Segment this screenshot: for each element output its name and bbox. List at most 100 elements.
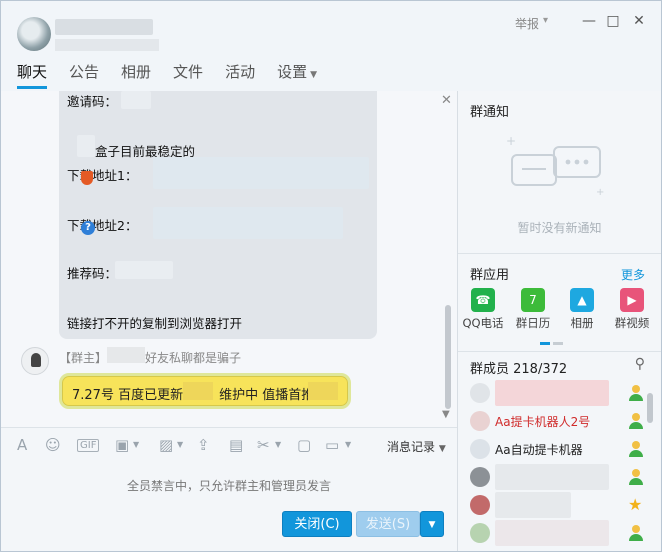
invite-code-label: 邀请码： (67, 94, 118, 109)
font-icon[interactable]: A (17, 436, 27, 454)
sender-role-tag: 【群主】 (59, 351, 108, 365)
sender-name-redacted (107, 347, 145, 363)
tab-files[interactable]: 文件 (173, 59, 203, 89)
chevron-down-icon[interactable]: ▼ (275, 440, 281, 449)
list-item[interactable] (458, 464, 658, 490)
list-item[interactable] (458, 380, 658, 406)
help-icon: ? (81, 221, 95, 235)
close-icon[interactable]: ✕ (441, 93, 452, 108)
chat-message-area[interactable]: 邀请码： 盒子目前最稳定的 下载地址1： 下载地址2： 推荐码： 链接打不开的复… (1, 91, 457, 427)
sender-name-tail: 好友私聊都是骗子 (145, 351, 242, 365)
chat-scrollbar[interactable] (445, 305, 451, 409)
apps-pager[interactable] (540, 334, 566, 348)
shake-icon[interactable]: ▢ (297, 436, 311, 454)
empty-notice-illustration: + + (506, 134, 604, 198)
avatar (470, 383, 490, 403)
chevron-down-icon[interactable]: ▼ (177, 440, 183, 449)
more-apps-link[interactable]: 更多 (621, 266, 645, 283)
app-calendar[interactable]: 7 群日历 (508, 288, 558, 331)
message-input-area[interactable]: 全员禁言中，只允许群主和管理员发言 关闭(C) 发送(S) ▼ (1, 461, 457, 551)
member-role-icon (628, 384, 644, 402)
send-options-button[interactable]: ▼ (420, 511, 444, 537)
member-name-redacted (495, 380, 609, 406)
download-2-link-redacted[interactable] (153, 207, 343, 239)
download-2-label: 下载地址2： (67, 218, 138, 233)
app-label: QQ电话 (462, 316, 504, 330)
list-item[interactable]: Aa提卡机器人2号 (458, 408, 658, 434)
mute-notice: 全员禁言中，只允许群主和管理员发言 (126, 479, 331, 493)
search-icon[interactable]: ⚲ (635, 356, 645, 372)
emoji-icon[interactable]: ☺ (45, 436, 61, 454)
member-role-icon (628, 412, 644, 430)
qq-group-chat-window: 举报 ▾ — □ ✕ 聊天 公告 相册 文件 活动 设置 ▼ 邀请码： 盒子目前最… (0, 0, 662, 552)
member-name-redacted (495, 492, 571, 518)
app-list: ☎ QQ电话 7 群日历 ▲ 相册 ▶ 群视频 (458, 288, 661, 338)
avatar (470, 467, 490, 487)
chevron-down-icon[interactable]: ▼ (345, 440, 351, 449)
download-1-link-redacted[interactable] (153, 157, 369, 189)
tab-announcement-label: 公告 (69, 63, 100, 81)
list-item[interactable] (458, 520, 658, 546)
gif-icon[interactable]: GIF (77, 439, 100, 452)
avatar (470, 411, 490, 431)
tab-album[interactable]: 相册 (121, 59, 151, 89)
tab-activity-label: 活动 (225, 63, 256, 81)
list-item[interactable]: ★ (458, 492, 658, 518)
message-bubble[interactable]: 邀请码： 盒子目前最稳定的 下载地址1： 下载地址2： 推荐码： 链接打不开的复… (59, 91, 377, 339)
app-label: 群日历 (515, 316, 551, 330)
close-window-button[interactable]: ✕ (629, 11, 649, 31)
report-link[interactable]: 举报 (515, 15, 539, 32)
photo-icon: ▲ (570, 288, 594, 312)
app-label: 相册 (570, 316, 594, 330)
group-apps-title: 群应用 (470, 268, 510, 283)
copy-tip: 链接打不开的复制到浏览器打开 (67, 316, 243, 331)
app-album[interactable]: ▲ 相册 (557, 288, 607, 331)
group-members-panel: 群成员 218/372 ⚲ Aa提卡机器人2号 Aa自动提卡机器 ★ (458, 351, 661, 551)
gold-message-part2: 维护中 值播首推 (219, 388, 315, 403)
download-1-label: 下载地址1： (67, 168, 138, 183)
group-notice-title: 群通知 (470, 105, 510, 120)
redacted-block (308, 382, 338, 400)
close-button[interactable]: 关闭(C) (282, 511, 352, 537)
member-name: Aa提卡机器人2号 (495, 415, 591, 429)
group-info-redacted (55, 39, 159, 51)
group-members-title: 群成员 218/372 (470, 362, 568, 377)
message-history-button[interactable]: 消息记录 ▼ (387, 438, 446, 455)
group-apps-panel: 群应用 更多 ☎ QQ电话 7 群日历 ▲ 相册 ▶ 群视频 (458, 253, 661, 349)
group-notice-panel: 群通知 + + 暂时没有新通知 (458, 91, 661, 251)
scissors-icon[interactable]: ✂ (257, 436, 270, 454)
minimize-button[interactable]: — (579, 11, 599, 31)
maximize-button[interactable]: □ (603, 11, 623, 31)
chevron-down-icon[interactable]: ▼ (133, 440, 139, 449)
group-avatar[interactable] (17, 17, 51, 51)
chat-bubble-icon[interactable]: ▭ (325, 436, 339, 454)
send-button[interactable]: 发送(S) (356, 511, 420, 537)
avatar (470, 523, 490, 543)
tab-activity[interactable]: 活动 (225, 59, 255, 89)
avatar (470, 495, 490, 515)
gold-message-bubble[interactable]: 7.27号 百度已更新 维护中 值播首推 (59, 373, 351, 409)
gift-icon[interactable]: ▣ (115, 436, 129, 454)
calendar-icon: 7 (521, 288, 545, 312)
message-history-label: 消息记录 (387, 440, 436, 454)
input-toolbar: A ☺ GIF ▣ ▼ ▨ ▼ ⇪ ▤ ✂ ▼ ▢ ▭ ▼ 消息记录 ▼ (1, 427, 457, 461)
tab-settings[interactable]: 设置 ▼ (277, 59, 317, 89)
app-video[interactable]: ▶ 群视频 (607, 288, 657, 331)
app-qq-call[interactable]: ☎ QQ电话 (458, 288, 508, 331)
avatar[interactable] (21, 347, 49, 375)
report-dropdown-icon[interactable]: ▾ (543, 15, 548, 26)
red-packet-icon[interactable]: ▤ (229, 436, 243, 454)
image-icon[interactable]: ▨ (159, 436, 173, 454)
member-role-icon (628, 440, 644, 458)
referral-code-redacted (115, 261, 173, 279)
list-item[interactable]: Aa自动提卡机器 (458, 436, 658, 462)
tab-announcement[interactable]: 公告 (69, 59, 99, 89)
members-scrollbar[interactable] (647, 393, 653, 423)
tab-settings-label: 设置 (277, 63, 308, 81)
upload-icon[interactable]: ⇪ (197, 436, 210, 454)
member-role-icon (628, 524, 644, 542)
phone-icon: ☎ (471, 288, 495, 312)
referral-code-label: 推荐码： (67, 266, 118, 281)
tab-chat[interactable]: 聊天 (17, 59, 48, 89)
scroll-down-icon[interactable]: ▼ (442, 409, 450, 420)
